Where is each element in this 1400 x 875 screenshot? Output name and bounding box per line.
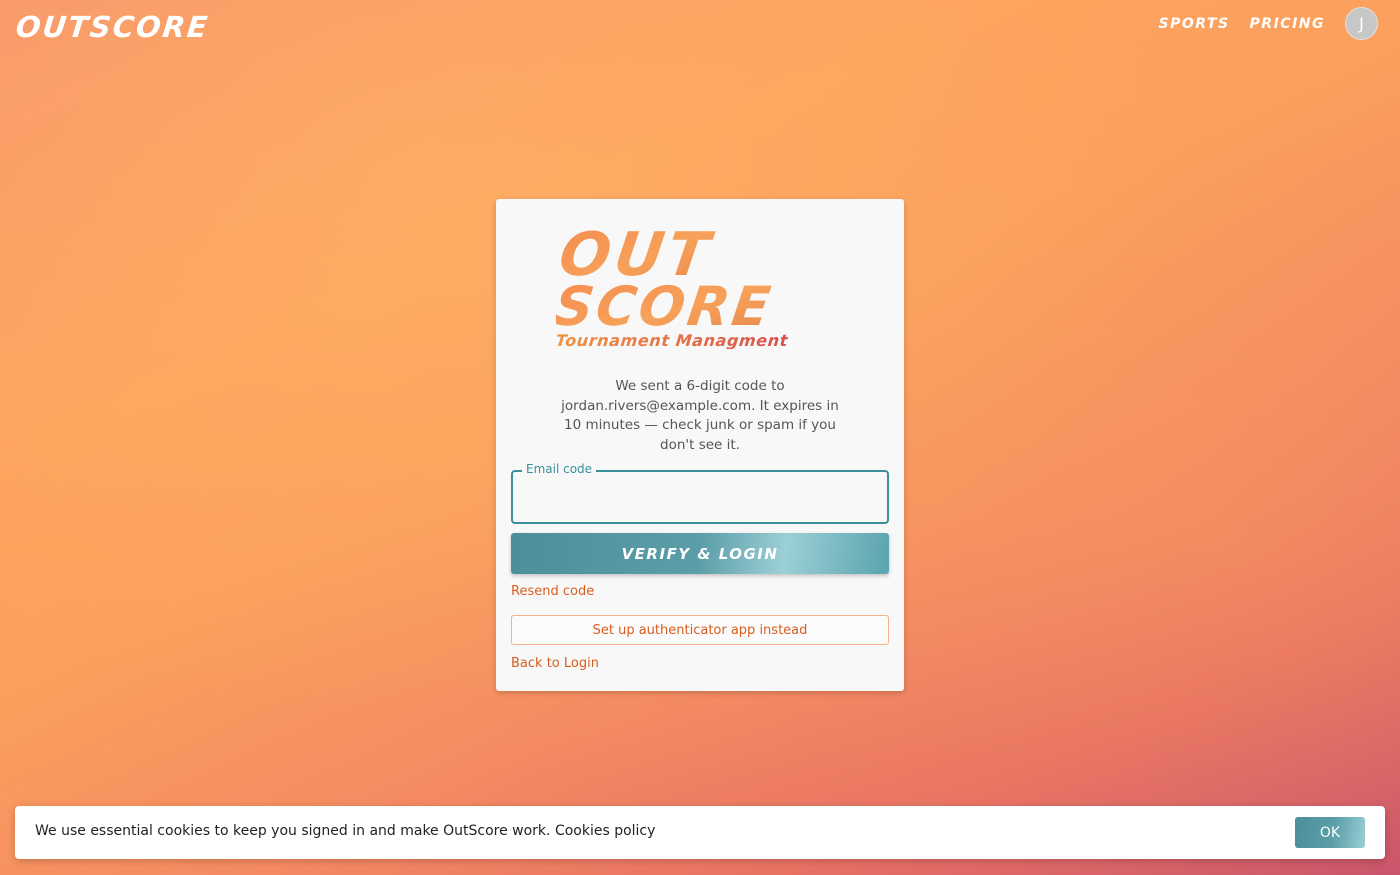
setup-authenticator-button[interactable]: Set up authenticator app instead	[511, 615, 889, 645]
logo-line2: SCORE	[556, 275, 777, 338]
nav-link-sports[interactable]: SPORTS	[1159, 16, 1230, 32]
email-code-field: Email code	[511, 462, 889, 524]
resend-code-link[interactable]: Resend code	[511, 584, 594, 599]
outscore-logo: OUT SCORE Tournament Managment	[556, 225, 790, 349]
user-avatar[interactable]: J	[1345, 7, 1378, 40]
cookie-banner: We use essential cookies to keep you sig…	[15, 806, 1385, 859]
verify-login-button[interactable]: VERIFY & LOGIN	[511, 533, 889, 574]
logo-tagline: Tournament Managment	[556, 331, 790, 349]
top-nav: SPORTS PRICING J	[1159, 7, 1378, 40]
cookie-banner-text: We use essential cookies to keep you sig…	[35, 823, 656, 839]
code-sent-message: We sent a 6-digit code to jordan.rivers@…	[561, 378, 839, 453]
email-code-input[interactable]	[513, 472, 887, 522]
nav-link-pricing[interactable]: PRICING	[1250, 16, 1325, 32]
brand-logo[interactable]: OUTSCORE	[14, 10, 211, 44]
cookie-ok-button[interactable]: OK	[1295, 817, 1365, 848]
back-to-login-link[interactable]: Back to Login	[511, 656, 599, 671]
verification-card: OUT SCORE Tournament Managment We sent a…	[496, 199, 904, 691]
